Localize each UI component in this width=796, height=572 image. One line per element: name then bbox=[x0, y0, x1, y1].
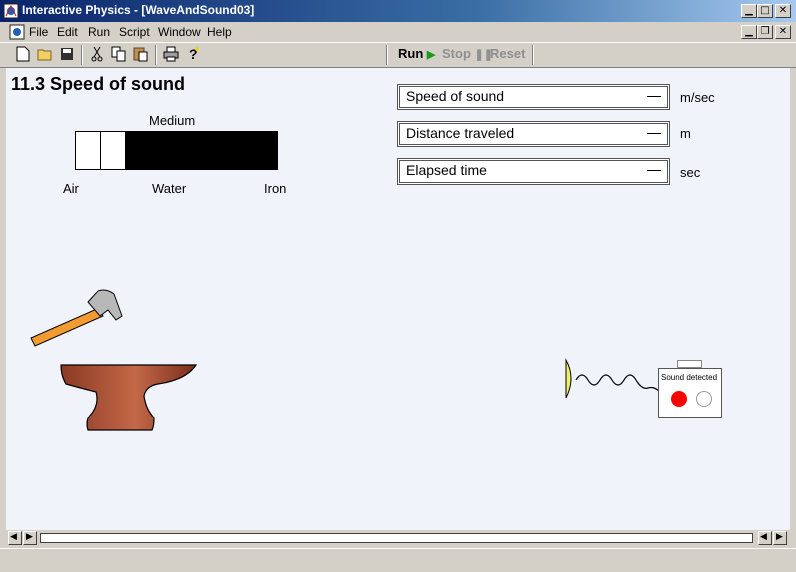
page-title: 11.3 Speed of sound bbox=[11, 74, 186, 94]
toolbar-separator bbox=[532, 45, 534, 65]
stop-button[interactable]: Stop ❚❚ bbox=[442, 46, 493, 61]
menu-edit[interactable]: Edit bbox=[57, 25, 78, 39]
menu-run[interactable]: Run bbox=[88, 25, 110, 39]
meter-speed-of-sound[interactable]: Speed of sound bbox=[397, 84, 670, 110]
meter-unit: sec bbox=[680, 165, 701, 180]
print-button[interactable] bbox=[162, 45, 180, 63]
meter-label: Speed of sound bbox=[406, 88, 505, 104]
run-label: Run bbox=[398, 46, 424, 61]
scroll-right-button[interactable]: ◀ bbox=[758, 531, 772, 545]
meter-label: Elapsed time bbox=[406, 162, 487, 178]
meter-distance-traveled[interactable]: Distance traveled bbox=[397, 121, 670, 147]
sound-detector[interactable]: Sound detected bbox=[658, 368, 722, 418]
help-button[interactable]: ? bbox=[185, 45, 203, 63]
close-icon: ✕ bbox=[778, 26, 788, 37]
paste-icon bbox=[133, 47, 148, 62]
open-button[interactable] bbox=[36, 45, 54, 63]
play-icon: ▶ bbox=[426, 49, 436, 61]
doc-restore-button[interactable]: ❐ bbox=[757, 25, 773, 39]
scroll-last-icon: ▶ bbox=[776, 531, 783, 541]
toolbar-separator bbox=[81, 45, 83, 65]
medium-option-air: Air bbox=[63, 181, 79, 196]
scroll-right-icon: ◀ bbox=[760, 531, 767, 541]
hammer-icon[interactable] bbox=[28, 288, 128, 350]
save-button[interactable] bbox=[58, 45, 76, 63]
medium-slider[interactable] bbox=[75, 131, 278, 170]
scroll-left-icon: ▶ bbox=[26, 531, 33, 541]
meter-label: Distance traveled bbox=[406, 125, 515, 141]
run-button[interactable]: Run ▶ bbox=[398, 46, 435, 61]
scroll-last-button[interactable]: ▶ bbox=[773, 531, 787, 545]
medium-option-water: Water bbox=[152, 181, 187, 196]
paste-button[interactable] bbox=[132, 45, 150, 63]
close-button[interactable]: ✕ bbox=[775, 4, 791, 18]
scroll-first-button[interactable]: ◀ bbox=[8, 531, 22, 545]
menu-window[interactable]: Window bbox=[158, 25, 201, 39]
menu-help[interactable]: Help bbox=[207, 25, 232, 39]
meter-value bbox=[647, 133, 661, 134]
microphone-icon[interactable] bbox=[562, 358, 662, 402]
detector-light-off bbox=[696, 391, 712, 407]
medium-label: Medium bbox=[149, 113, 196, 128]
medium-option-iron: Iron bbox=[264, 181, 287, 196]
minimize-button[interactable]: ▁ bbox=[741, 4, 757, 18]
print-icon bbox=[163, 46, 179, 62]
help-icon: ? bbox=[189, 46, 199, 62]
copy-button[interactable] bbox=[110, 45, 128, 63]
detector-label: Sound detected bbox=[661, 373, 718, 382]
toolbar-separator bbox=[155, 45, 157, 65]
meter-unit: m bbox=[680, 126, 691, 141]
app-icon[interactable] bbox=[3, 3, 19, 19]
toolbar-separator bbox=[386, 45, 388, 65]
restore-icon: ❐ bbox=[760, 26, 770, 37]
cut-icon bbox=[91, 46, 103, 62]
menu-script[interactable]: Script bbox=[119, 25, 150, 39]
meter-value bbox=[647, 96, 661, 97]
close-icon: ✕ bbox=[778, 5, 788, 16]
minimize-icon: ▁ bbox=[745, 26, 753, 37]
doc-minimize-button[interactable]: ▁ bbox=[741, 25, 757, 39]
save-icon bbox=[61, 48, 73, 60]
scroll-left-button[interactable]: ▶ bbox=[23, 531, 37, 545]
new-button[interactable] bbox=[14, 45, 32, 63]
new-icon bbox=[16, 46, 30, 62]
stop-label: Stop bbox=[442, 46, 471, 61]
copy-icon bbox=[111, 46, 126, 62]
menu-file[interactable]: File bbox=[29, 25, 48, 39]
open-icon bbox=[37, 49, 52, 61]
slider-thumb[interactable] bbox=[100, 132, 101, 169]
meter-elapsed-time[interactable]: Elapsed time bbox=[397, 158, 670, 185]
meter-unit: m/sec bbox=[680, 90, 715, 105]
doc-close-button[interactable]: ✕ bbox=[775, 25, 791, 39]
cut-button[interactable] bbox=[88, 45, 106, 63]
scroll-track[interactable] bbox=[40, 533, 753, 543]
maximize-icon: □ bbox=[760, 5, 770, 16]
status-bar bbox=[0, 548, 796, 572]
maximize-button[interactable]: □ bbox=[757, 4, 773, 18]
meter-value bbox=[647, 170, 661, 171]
scroll-first-icon: ◀ bbox=[10, 531, 17, 541]
detector-light-on bbox=[671, 391, 687, 407]
reset-button[interactable]: Reset bbox=[490, 46, 525, 61]
window-title: Interactive Physics - [WaveAndSound03] bbox=[22, 3, 255, 17]
minimize-icon: ▁ bbox=[745, 5, 753, 16]
detector-antenna bbox=[677, 360, 702, 368]
anvil-icon[interactable] bbox=[58, 362, 200, 436]
